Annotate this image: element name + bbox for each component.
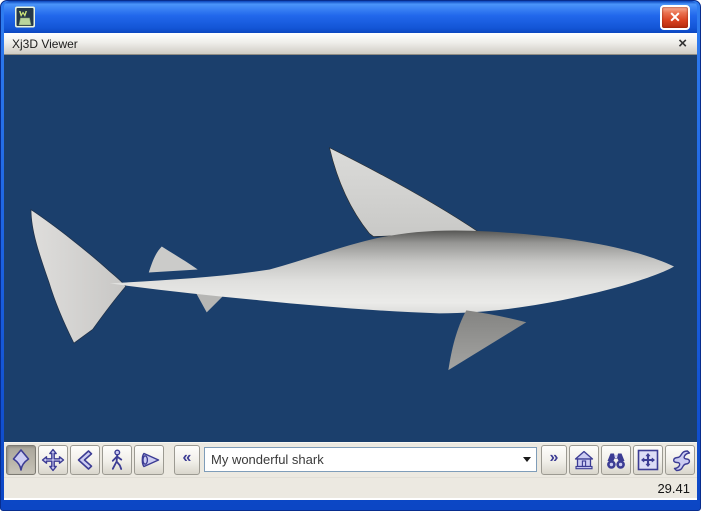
fps-readout: 29.41 [657,480,690,496]
examine-icon [141,452,160,467]
xj3d-viewer-frame: Xj3D Viewer × « My wonderful shark » 29.… [4,33,697,500]
seek-icon [607,453,625,469]
inner-close-icon[interactable]: × [676,36,689,51]
fit-world-icon [637,449,659,470]
pan-mode-button[interactable] [38,444,68,475]
next-viewpoint-icon: » [549,449,559,466]
window-titlebar[interactable]: ✕ [4,1,697,33]
next-viewpoint-button[interactable]: » [541,444,567,475]
close-icon: ✕ [669,8,681,25]
pan-icon [41,448,65,471]
navigation-toolbar: « My wonderful shark » [4,442,697,477]
inner-frame-title: Xj3D Viewer [12,36,78,51]
examine-mode-button[interactable] [134,444,164,475]
chevron-down-icon[interactable] [518,448,536,471]
tilt-icon [77,449,93,470]
previous-viewpoint-icon: « [182,449,192,466]
walk-icon [111,449,123,470]
home-icon [574,450,594,469]
3d-viewport[interactable] [4,55,697,442]
shark-second-dorsal-fin [148,246,198,273]
shark-model [30,147,675,371]
tilt-mode-button[interactable] [70,444,100,475]
xp-window: ✕ Xj3D Viewer × « My wonderful shark » 2… [0,0,701,511]
xj3d-app-icon [15,6,35,28]
inner-titlebar[interactable]: Xj3D Viewer × [4,33,697,55]
fly-mode-button[interactable] [6,444,36,475]
viewpoint-combobox[interactable]: My wonderful shark [204,447,537,472]
fit-world-button[interactable] [633,444,663,475]
walk-mode-button[interactable] [102,444,132,475]
seek-button[interactable] [601,444,631,475]
scroll-icon [673,449,691,471]
shark-tail-fin [30,208,127,344]
home-viewpoint-button[interactable] [569,444,599,475]
shark-pectoral-fin [448,310,527,371]
shark-dorsal-fin [329,147,481,237]
shark-body [109,230,675,314]
fly-icon [12,448,30,471]
status-bar: 29.41 [4,477,697,498]
previous-viewpoint-button[interactable]: « [174,444,200,475]
close-button[interactable]: ✕ [660,4,690,30]
viewpoint-value: My wonderful shark [211,452,324,467]
scroll-button[interactable] [665,444,695,475]
